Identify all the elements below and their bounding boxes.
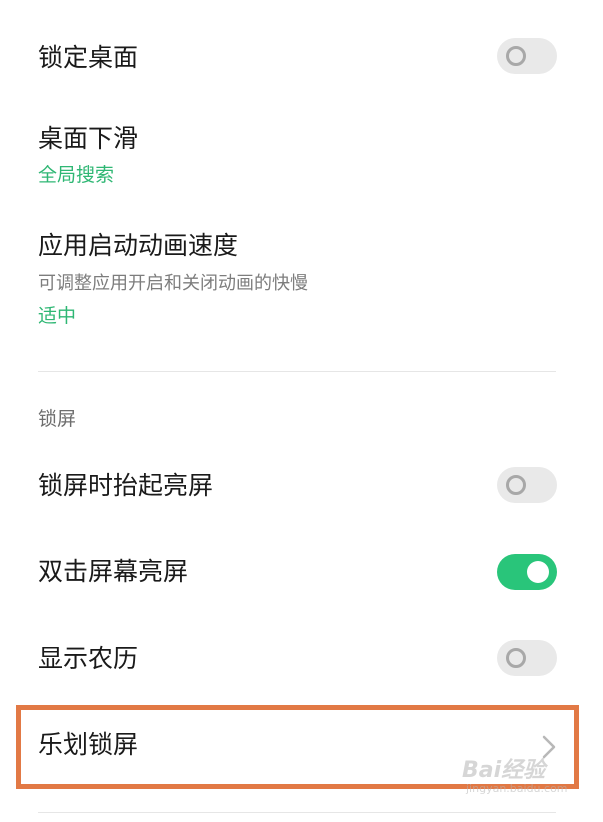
watermark-brand: Bai经验 [462,758,546,783]
setting-double-tap-wake[interactable]: 双击屏幕亮屏 [0,545,603,601]
setting-show-lunar[interactable]: 显示农历 [0,630,603,686]
settings-screen: 锁定桌面 桌面下滑 全局搜索 应用启动动画速度 可调整应用开启和关闭动画的快慢 … [0,0,603,822]
setting-value: 适中 [38,305,77,327]
setting-desktop-swipe-down[interactable]: 桌面下滑 全局搜索 [0,110,603,196]
bottom-divider [38,812,556,813]
toggle-knob [506,46,526,66]
setting-description: 可调整应用开启和关闭动画的快慢 [38,273,308,294]
toggle-knob [506,475,526,495]
setting-app-launch-animation[interactable]: 应用启动动画速度 可调整应用开启和关闭动画的快慢 适中 [0,220,603,340]
baidu-jingyan-watermark: Bai经验 jingyan.baidu.com [462,752,582,802]
setting-title: 锁屏时抬起亮屏 [38,471,214,500]
setting-title: 应用启动动画速度 [38,231,239,260]
section-divider [38,371,556,372]
section-header-lockscreen: 锁屏 [38,408,77,430]
toggle-off-icon[interactable] [497,38,557,74]
setting-title: 桌面下滑 [38,124,139,153]
setting-lock-desktop[interactable]: 锁定桌面 [0,30,603,86]
toggle-off-icon[interactable] [497,467,557,503]
toggle-off-icon[interactable] [497,640,557,676]
setting-title: 双击屏幕亮屏 [38,557,189,586]
setting-title: 锁定桌面 [38,43,139,72]
setting-title: 显示农历 [38,644,139,673]
setting-raise-to-wake[interactable]: 锁屏时抬起亮屏 [0,458,603,514]
toggle-on-icon[interactable] [497,554,557,590]
toggle-knob [506,648,526,668]
setting-title: 乐划锁屏 [38,730,139,759]
watermark-url: jingyan.baidu.com [466,782,568,795]
toggle-knob [527,561,549,583]
setting-value: 全局搜索 [38,164,115,186]
